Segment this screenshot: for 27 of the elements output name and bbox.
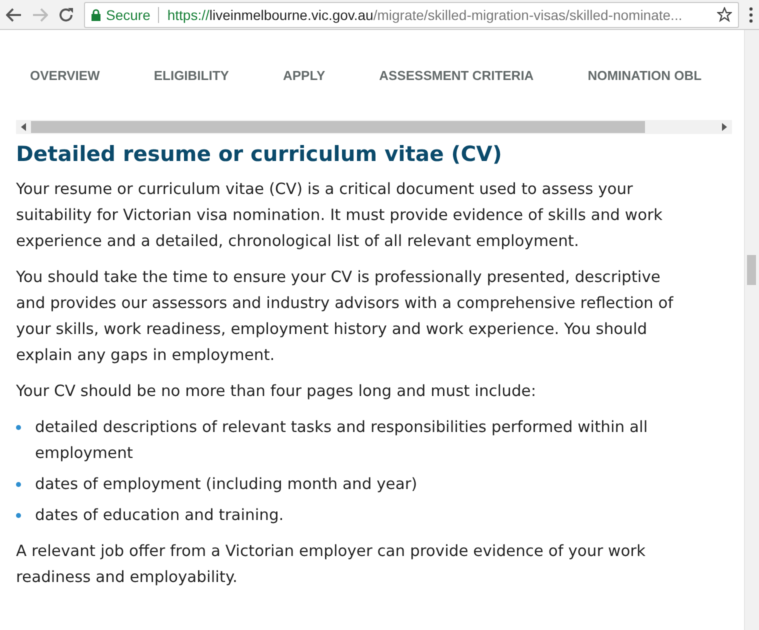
star-icon[interactable] bbox=[717, 7, 732, 22]
bullet-icon bbox=[16, 513, 21, 518]
horizontal-scrollbar[interactable] bbox=[16, 120, 732, 134]
address-bar[interactable]: Secure https://liveinmelbourne.vic.gov.au/migrate/skilled-migration-visas/skilled-nominate... bbox=[84, 2, 739, 28]
list-item-text: dates of education and training. bbox=[35, 505, 284, 526]
bullet-icon bbox=[16, 482, 21, 487]
section-heading: Detailed resume or curriculum vitae (CV) bbox=[16, 142, 504, 166]
secure-label: Secure bbox=[106, 6, 150, 22]
nav-tab[interactable]: ELIGIBILITY bbox=[154, 68, 229, 120]
body-paragraph: Your resume or curriculum vitae (CV) is a critical document used to assess your suitability for Victorian visa nomination. It must provide evidence of skills and work experience and a detailed, chronological list of all relevant employment. bbox=[16, 179, 664, 252]
url-text: https://liveinmelbourne.vic.gov.au/migrate/skilled-migration-visas/skilled-nominate... bbox=[167, 6, 684, 22]
list-item-text: dates of employment (including month and year) bbox=[35, 474, 418, 495]
reload-icon[interactable] bbox=[58, 6, 74, 22]
lock-icon bbox=[91, 8, 101, 20]
back-icon[interactable] bbox=[6, 8, 22, 22]
menu-icon[interactable] bbox=[749, 6, 753, 22]
body-paragraph: You should take the time to ensure your CV is professionally presented, descriptive and provides our assessors and industry advisors with a comprehensive reflection of your skills, work readiness, employment history and work experience. You should explain any gaps in employment. bbox=[16, 267, 674, 366]
vertical-scrollbar[interactable] bbox=[744, 30, 759, 630]
body-paragraph: Your CV should be no more than four pages long and must include: bbox=[16, 381, 538, 402]
scroll-left-icon[interactable] bbox=[21, 123, 26, 131]
bullet-icon bbox=[16, 425, 21, 430]
nav-tab[interactable]: ASSESSMENT CRITERIA bbox=[379, 68, 534, 120]
scroll-right-icon[interactable] bbox=[722, 123, 727, 131]
nav-tab[interactable]: NOMINATION OBL bbox=[588, 68, 702, 120]
body-paragraph: A relevant job offer from a Victorian employer can provide evidence of your work readiness and employability. bbox=[16, 541, 647, 588]
nav-tab[interactable]: OVERVIEW bbox=[30, 68, 100, 120]
nav-tab[interactable]: APPLY bbox=[282, 68, 326, 120]
